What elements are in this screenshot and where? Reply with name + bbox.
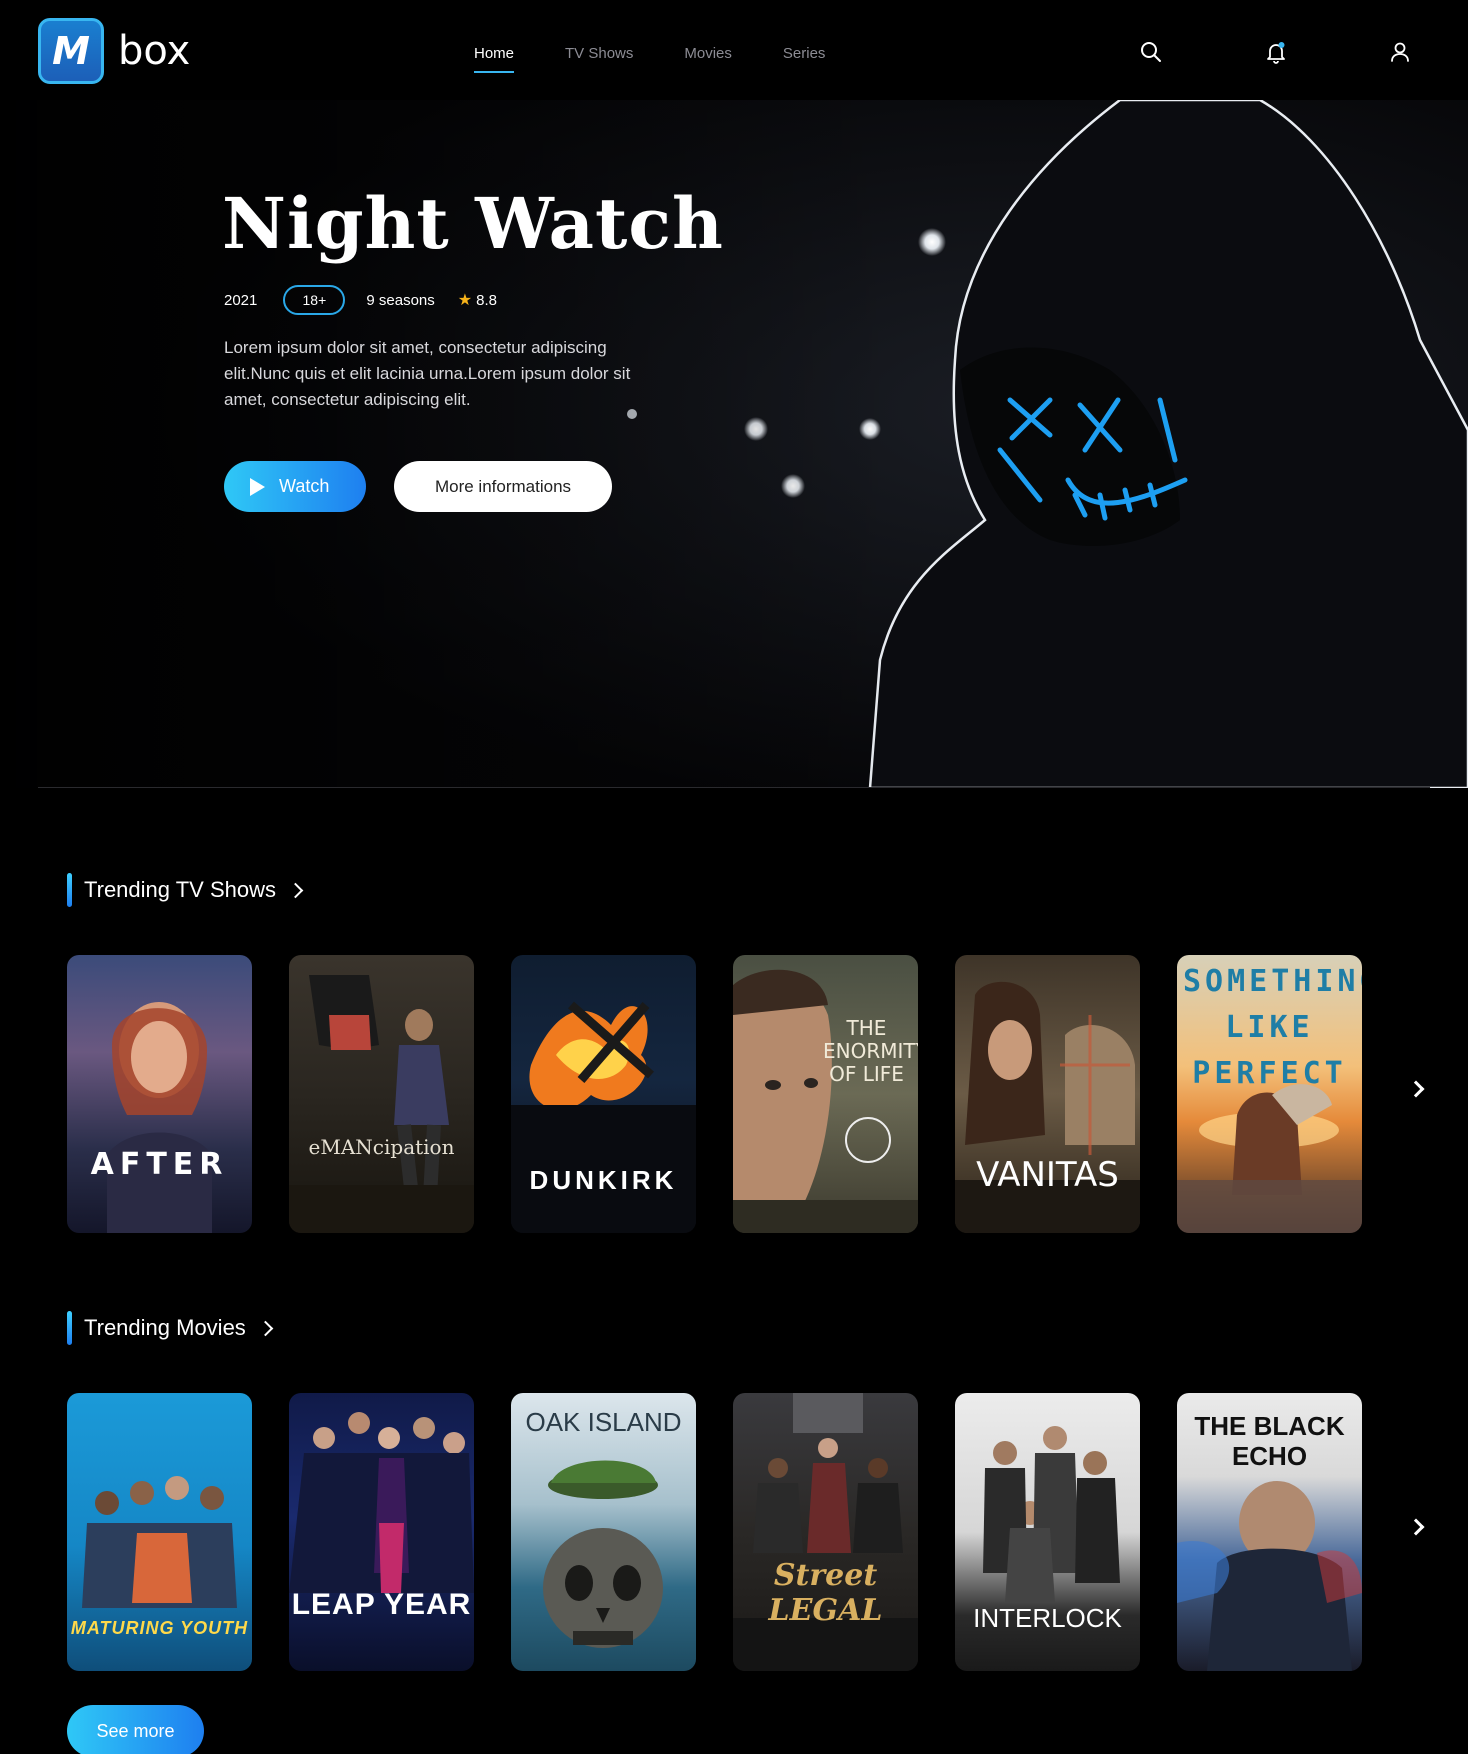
poster-title: THE ENORMITY OF LIFE: [823, 1016, 918, 1086]
hero-background-image: [0, 100, 1468, 788]
age-rating-badge: 18+: [283, 285, 346, 315]
watch-button-label: Watch: [279, 476, 330, 496]
trending-tv-shows-heading[interactable]: Trending TV Shows: [67, 873, 304, 907]
poster-title: DUNKIRK: [529, 1165, 678, 1195]
star-icon: ★: [457, 292, 473, 309]
poster-oak-island[interactable]: OAK ISLAND: [511, 1393, 696, 1671]
carousel-next-icon[interactable]: [1407, 1080, 1425, 1098]
poster-enormity-of-life[interactable]: THE ENORMITY OF LIFE: [733, 955, 918, 1233]
poster-after[interactable]: AFTER: [67, 955, 252, 1233]
user-icon[interactable]: [1389, 40, 1413, 64]
poster-art: [289, 975, 474, 1233]
chevron-right-icon: [287, 882, 304, 898]
poster-title: AFTER: [90, 1147, 229, 1182]
poster-black-echo[interactable]: THE BLACK ECHO: [1177, 1393, 1362, 1671]
movies-carousel: MATURING YOUTH LEAP YEAR OAK ISLAND Stre…: [67, 1393, 1425, 1671]
poster-street-legal[interactable]: Street LEGAL: [733, 1393, 918, 1671]
search-icon[interactable]: [1139, 40, 1163, 64]
poster-art: [733, 1393, 918, 1671]
poster-art: [733, 969, 918, 1233]
hero-year: 2021: [224, 291, 258, 309]
hero-title: Night Watch: [222, 182, 724, 265]
poster-title: VANITAS: [976, 1155, 1119, 1195]
tv-shows-carousel: AFTER eMANcipation DUNKIRK THE ENORMITY …: [67, 955, 1425, 1233]
poster-dunkirk[interactable]: DUNKIRK: [511, 955, 696, 1233]
brand-logo[interactable]: M box: [38, 18, 190, 84]
bell-icon[interactable]: [1264, 40, 1288, 64]
poster-title: INTERLOCK: [973, 1603, 1122, 1633]
poster-art: [107, 1002, 212, 1233]
hero-banner: Night Watch 2021 18+ 9 seasons ★ 8.8 Lor…: [0, 100, 1468, 788]
poster-title: Street LEGAL: [768, 1558, 883, 1628]
poster-art: [289, 1412, 474, 1593]
hero-description: Lorem ipsum dolor sit amet, consectetur …: [224, 338, 631, 409]
trending-movies-heading[interactable]: Trending Movies: [67, 1311, 274, 1345]
nav-movies[interactable]: Movies: [684, 45, 732, 62]
carousel-next-icon[interactable]: [1407, 1518, 1425, 1536]
poster-title: SOMETHING LIKE PERFECT: [1183, 964, 1362, 1091]
poster-maturing-youth[interactable]: MATURING YOUTH: [67, 1393, 252, 1671]
logo-badge: M: [38, 18, 104, 84]
top-nav-bar: M box Home TV Shows Movies Series: [0, 0, 1468, 104]
section-accent-bar: [67, 1311, 72, 1345]
nav-home[interactable]: Home: [474, 45, 515, 73]
logo-letter: M: [52, 29, 90, 73]
nav-tv-shows[interactable]: TV Shows: [565, 45, 633, 62]
poster-title: THE BLACK ECHO: [1194, 1411, 1345, 1471]
play-icon: [250, 477, 265, 496]
poster-emancipation[interactable]: eMANcipation: [289, 955, 474, 1233]
section-title: Trending Movies: [84, 1315, 246, 1340]
section-accent-bar: [67, 873, 72, 907]
hero-divider: [38, 787, 1430, 788]
poster-leap-year[interactable]: LEAP YEAR: [289, 1393, 474, 1671]
hero-score: 8.8: [476, 291, 497, 309]
main-nav: Home TV Shows Movies Series: [474, 45, 876, 73]
nav-series[interactable]: Series: [783, 45, 826, 62]
hero-meta: 2021 18+ 9 seasons ★ 8.8: [224, 285, 497, 315]
poster-vanitas[interactable]: VANITAS: [955, 955, 1140, 1233]
poster-interlock[interactable]: INTERLOCK: [955, 1393, 1140, 1671]
brand-name: box: [118, 28, 191, 74]
section-title: Trending TV Shows: [84, 877, 276, 902]
more-info-button[interactable]: More informations: [394, 461, 612, 512]
chevron-right-icon: [257, 1320, 274, 1336]
poster-something-like-perfect[interactable]: SOMETHING LIKE PERFECT: [1177, 955, 1362, 1233]
hero-seasons: 9 seasons: [366, 291, 435, 309]
poster-title: OAK ISLAND: [525, 1407, 682, 1437]
see-more-button[interactable]: See more: [67, 1705, 204, 1754]
poster-title: MATURING YOUTH: [70, 1618, 249, 1638]
watch-button[interactable]: Watch: [224, 461, 366, 512]
poster-title: LEAP YEAR: [291, 1588, 472, 1621]
poster-title: eMANcipation: [308, 1135, 455, 1159]
